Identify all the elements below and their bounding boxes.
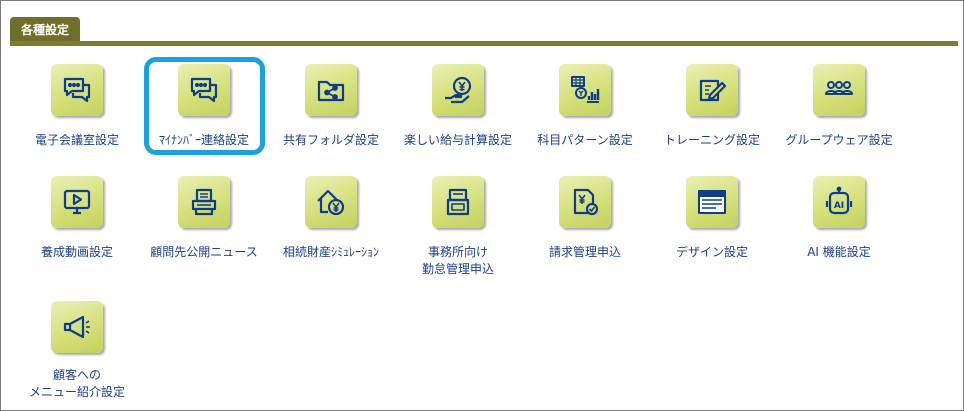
news-printer-icon bbox=[178, 176, 230, 228]
item-label: AI 機能設定 bbox=[807, 245, 871, 259]
training-settings-item[interactable]: トレーニング設定 bbox=[652, 64, 772, 149]
design-window-icon bbox=[686, 176, 738, 228]
item-label-line2: 勤怠管理申込 bbox=[421, 262, 494, 276]
svg-text:AI: AI bbox=[834, 201, 844, 211]
shared-folder-settings-item[interactable]: 共有フォルダ設定 bbox=[271, 64, 391, 149]
settings-panel: 各種設定 電子会議室設定 ﾏｲﾅﾝﾊﾞｰ連絡設定 共有フォルダ設定 楽しい給与計… bbox=[0, 0, 964, 411]
payroll-yen-icon bbox=[432, 64, 484, 116]
inheritance-simulation-item[interactable]: 相続財産ｼﾐｭﾚｰｼｮﾝ bbox=[271, 176, 391, 261]
item-label: 相続財産ｼﾐｭﾚｰｼｮﾝ bbox=[282, 245, 379, 259]
training-edit-icon bbox=[686, 64, 738, 116]
item-label: 事務所向け 勤怠管理申込 bbox=[398, 244, 518, 278]
groupware-settings-item[interactable]: グループウェア設定 bbox=[779, 64, 899, 149]
item-label: 共有フォルダ設定 bbox=[282, 133, 379, 147]
customer-menu-intro-item[interactable]: 顧客への メニュー紹介設定 bbox=[17, 301, 137, 401]
client-news-item[interactable]: 顧問先公開ニュース bbox=[144, 176, 264, 261]
house-yen-icon bbox=[305, 176, 357, 228]
item-label: 顧問先公開ニュース bbox=[150, 245, 258, 259]
item-label: グループウェア設定 bbox=[785, 133, 893, 147]
meeting-room-settings-item[interactable]: 電子会議室設定 bbox=[17, 64, 137, 149]
invoice-yen-icon bbox=[559, 176, 611, 228]
training-video-settings-item[interactable]: 養成動画設定 bbox=[17, 176, 137, 261]
account-pattern-chart-icon bbox=[559, 64, 611, 116]
section-tab-bar bbox=[10, 41, 958, 46]
item-label: 科目パターン設定 bbox=[537, 133, 633, 147]
payroll-settings-item[interactable]: 楽しい給与計算設定 bbox=[398, 64, 518, 149]
item-label-line1: 事務所向け bbox=[427, 245, 488, 259]
item-label-line1: 顧客への bbox=[52, 368, 101, 382]
section-tab: 各種設定 bbox=[10, 17, 80, 42]
item-label-line2: メニュー紹介設定 bbox=[28, 385, 125, 399]
chat-bubbles-icon bbox=[51, 64, 103, 116]
time-clock-icon bbox=[432, 176, 484, 228]
shared-folder-icon bbox=[305, 64, 357, 116]
item-label: 電子会議室設定 bbox=[34, 133, 119, 147]
group-people-icon bbox=[813, 64, 865, 116]
video-monitor-icon bbox=[51, 176, 103, 228]
billing-management-item[interactable]: 請求管理申込 bbox=[525, 176, 645, 261]
item-label: 顧客への メニュー紹介設定 bbox=[17, 367, 137, 401]
item-label: 請求管理申込 bbox=[548, 245, 621, 259]
account-pattern-settings-item[interactable]: 科目パターン設定 bbox=[525, 64, 645, 149]
design-settings-item[interactable]: デザイン設定 bbox=[652, 176, 772, 261]
item-label: 養成動画設定 bbox=[40, 245, 113, 259]
ai-feature-settings-item[interactable]: AI AI 機能設定 bbox=[779, 176, 899, 261]
item-label: 楽しい給与計算設定 bbox=[403, 133, 512, 147]
megaphone-icon bbox=[51, 301, 103, 353]
ai-robot-icon: AI bbox=[813, 176, 865, 228]
selection-highlight bbox=[144, 57, 265, 155]
item-label: トレーニング設定 bbox=[663, 133, 760, 147]
office-attendance-item[interactable]: 事務所向け 勤怠管理申込 bbox=[398, 176, 518, 278]
item-label: デザイン設定 bbox=[675, 245, 748, 259]
